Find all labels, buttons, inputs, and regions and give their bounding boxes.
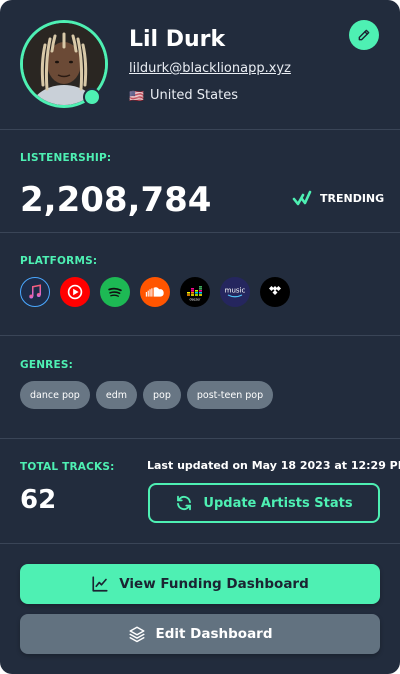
listenership-label: LISTENERSHIP:	[20, 152, 112, 164]
artist-email-link[interactable]: lildurk@blacklionapp.xyz	[129, 61, 291, 76]
youtube-music-icon[interactable]	[60, 277, 90, 307]
artist-country: 🇺🇸 United States	[129, 88, 238, 103]
divider	[0, 438, 400, 439]
divider	[0, 129, 400, 130]
tidal-icon[interactable]	[260, 277, 290, 307]
total-tracks-label: TOTAL TRACKS:	[20, 461, 115, 473]
layers-icon	[129, 626, 144, 643]
pencil-icon	[358, 29, 370, 41]
country-label: United States	[149, 88, 238, 103]
trending-check-icon	[292, 190, 312, 206]
trending-label: TRENDING	[320, 191, 385, 205]
refresh-icon	[177, 495, 192, 511]
svg-text:deezer: deezer	[190, 298, 202, 302]
platforms-label: PLATFORMS:	[20, 255, 98, 267]
view-funding-dashboard-button[interactable]: View Funding Dashboard	[20, 564, 380, 604]
apple-music-icon[interactable]	[20, 277, 50, 307]
divider	[0, 543, 400, 544]
soundcloud-icon[interactable]	[140, 277, 170, 307]
artist-name: Lil Durk	[129, 27, 226, 52]
funding-button-label: View Funding Dashboard	[119, 576, 309, 592]
genre-chip[interactable]: post-teen pop	[186, 381, 274, 409]
edit-profile-button[interactable]	[349, 20, 379, 50]
platform-icons: deezer music	[20, 277, 290, 307]
amazon-music-text: music	[225, 287, 246, 295]
total-tracks-value: 62	[20, 485, 57, 515]
update-artist-stats-button[interactable]: Update Artists Stats	[148, 483, 380, 523]
amazon-music-icon[interactable]: music	[220, 277, 250, 307]
divider	[0, 335, 400, 336]
line-chart-icon	[92, 576, 108, 592]
genre-chip[interactable]: dance pop	[20, 381, 90, 409]
spotify-icon[interactable]	[100, 277, 130, 307]
us-flag-icon: 🇺🇸	[129, 88, 144, 103]
trending-indicator: TRENDING	[292, 190, 384, 206]
update-button-label: Update Artists Stats	[203, 495, 353, 511]
divider	[0, 232, 400, 233]
genre-chip[interactable]: pop	[142, 381, 181, 409]
edit-dashboard-button[interactable]: Edit Dashboard	[20, 614, 380, 654]
artist-card: Lil Durk lildurk@blacklionapp.xyz 🇺🇸 Uni…	[0, 0, 400, 674]
edit-dashboard-label: Edit Dashboard	[155, 626, 273, 642]
genre-chip[interactable]: edm	[95, 381, 137, 409]
online-status-dot	[83, 88, 101, 106]
genre-chips: dance pop edm pop post-teen pop	[20, 381, 274, 409]
listenership-value: 2,208,784	[20, 180, 212, 220]
genres-label: GENRES:	[20, 359, 73, 371]
last-updated-text: Last updated on May 18 2023 at 12:29 PM	[147, 459, 400, 472]
deezer-icon[interactable]: deezer	[180, 277, 210, 307]
